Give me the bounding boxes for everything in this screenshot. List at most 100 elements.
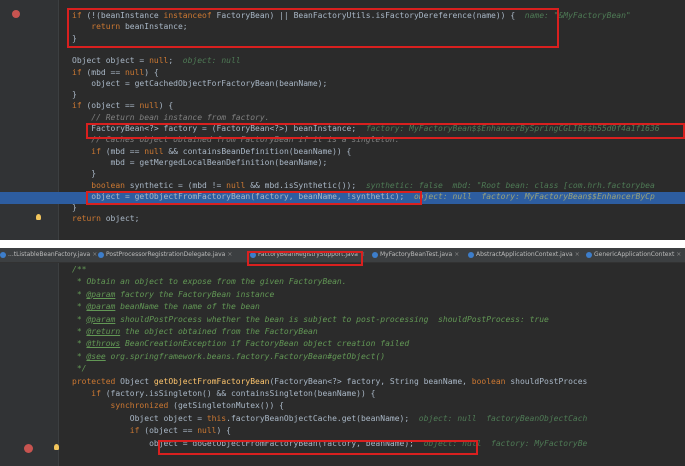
code-token: mbd = getMergedLocalBeanDefinition(beanN…	[72, 157, 328, 167]
code-token: synthetic: false mbd: "Root bean: class …	[365, 180, 655, 190]
code-token: (object ==	[144, 426, 198, 436]
code-token: null	[226, 180, 251, 190]
code-line[interactable]: }	[72, 202, 77, 214]
code-token: }	[72, 203, 77, 213]
close-icon[interactable]: ×	[575, 251, 580, 258]
code-token: if	[72, 389, 106, 398]
code-token: object: null	[182, 56, 241, 66]
code-token: return	[72, 214, 106, 224]
code-line[interactable]: if (object == null) {	[72, 100, 173, 112]
code-token: the object obtained from the FactoryBean	[120, 327, 318, 336]
code-token: (FactoryBean<?> factory, String beanName…	[269, 376, 472, 386]
code-line[interactable]: Object object = null; object: null	[72, 55, 241, 67]
code-line[interactable]: object = getCachedObjectForFactoryBean(b…	[72, 78, 327, 90]
code-token: (mbd ==	[105, 146, 145, 156]
code-token: @param	[86, 314, 116, 324]
close-icon[interactable]: ×	[454, 251, 459, 258]
code-line[interactable]: if (object == null) {	[72, 425, 231, 437]
code-line[interactable]: // Return bean instance from factory.	[72, 112, 269, 124]
code-token: }	[72, 90, 77, 100]
code-token: factory the FactoryBean instance	[115, 289, 275, 299]
code-token: null	[139, 101, 159, 111]
editor-pane-top[interactable]: if (!(beanInstance instanceof FactoryBea…	[0, 0, 685, 240]
code-token: protected	[72, 376, 121, 386]
editor-tab[interactable]: PostProcessorRegistrationDelegate.java ×	[98, 250, 232, 260]
lightbulb-icon[interactable]	[54, 444, 59, 450]
code-token: @throws	[86, 339, 121, 349]
code-token: boolean	[471, 376, 511, 386]
editor-pane-bottom[interactable]: ...tListableBeanFactory.java × PostProcess…	[0, 248, 685, 466]
code-token: .factoryBeanObjectCache.get(beanName);	[226, 413, 419, 423]
code-line[interactable]: if (mbd == null && containsBeanDefinitio…	[72, 146, 351, 158]
code-token: Object object =	[72, 413, 207, 423]
line-gutter[interactable]	[0, 0, 59, 240]
code-token: *	[72, 351, 87, 361]
code-token: boolean	[72, 180, 130, 190]
code-line[interactable]: boolean synthetic = (mbd != null && mbd.…	[72, 180, 655, 192]
code-token: ) {	[216, 426, 231, 436]
code-line[interactable]: synchronized (getSingletonMutex()) {	[72, 400, 284, 412]
code-token: null	[197, 426, 217, 436]
code-token: synchronized	[72, 401, 174, 411]
close-icon[interactable]: ×	[227, 251, 232, 258]
lightbulb-icon[interactable]	[36, 214, 41, 220]
highlight-box-do-get-object	[158, 440, 478, 455]
code-line[interactable]: * @param factory the FactoryBean instanc…	[72, 289, 275, 301]
code-token: (object ==	[86, 101, 140, 111]
editor-tab-label: PostProcessorRegistrationDelegate.java	[106, 251, 226, 258]
code-line[interactable]: * @param beanName the name of the bean	[72, 301, 260, 313]
code-line[interactable]: protected Object getObjectFromFactoryBea…	[72, 376, 587, 388]
highlight-box-get-object	[86, 191, 422, 205]
breakpoint-icon[interactable]	[12, 10, 20, 18]
code-token: null	[144, 146, 169, 156]
editor-tab-label: MyFactoryBeanTest.java	[380, 251, 453, 258]
code-line[interactable]: if (factory.isSingleton() && containsSin…	[72, 388, 375, 400]
code-token: */	[72, 364, 87, 374]
class-file-icon	[98, 251, 104, 258]
editor-tab-label: ...tListableBeanFactory.java	[8, 251, 91, 258]
code-token: object;	[105, 214, 140, 224]
editor-tab-label: GenericApplicationContext	[594, 251, 675, 258]
code-line[interactable]: Object object = this.factoryBeanObjectCa…	[72, 413, 588, 425]
breakpoint-icon[interactable]	[24, 444, 33, 453]
code-token: ) {	[144, 67, 159, 77]
editor-tab[interactable]: AbstractApplicationContext.java ×	[468, 250, 580, 260]
editor-tab[interactable]: MyFactoryBeanTest.java ×	[372, 250, 459, 260]
code-token: && mbd.isSynthetic());	[250, 180, 366, 190]
code-token: @see	[86, 351, 106, 361]
separator	[0, 240, 685, 248]
code-line[interactable]: mbd = getMergedLocalBeanDefinition(beanN…	[72, 157, 328, 169]
code-line[interactable]: }	[72, 168, 96, 180]
code-line[interactable]: /**	[72, 264, 86, 276]
code-line[interactable]: * @throws BeanCreationException if Facto…	[72, 338, 409, 350]
close-icon[interactable]: ×	[676, 251, 681, 258]
highlight-box-active-tab	[247, 251, 363, 266]
code-token: @param	[86, 302, 116, 312]
class-file-icon	[586, 251, 592, 258]
code-line[interactable]: * @return the object obtained from the F…	[72, 326, 318, 338]
editor-tab[interactable]: ...tListableBeanFactory.java ×	[0, 250, 97, 260]
code-line[interactable]: if (mbd == null) {	[72, 67, 159, 79]
code-line[interactable]: * Obtain an object to expose from the gi…	[72, 276, 347, 288]
close-icon[interactable]: ×	[92, 251, 97, 258]
code-token: *	[72, 302, 87, 312]
code-token: BeanCreationException if FactoryBean obj…	[120, 339, 410, 349]
line-gutter[interactable]	[0, 262, 59, 466]
code-token: Object object =	[72, 56, 150, 66]
code-token: ) {	[158, 101, 174, 111]
code-token: *	[72, 314, 87, 324]
code-token: object = getCachedObjectForFactoryBean(b…	[72, 78, 328, 88]
code-token: shouldPostProces	[510, 376, 588, 386]
code-line[interactable]: return object;	[72, 213, 139, 225]
code-token: @return	[86, 327, 121, 336]
code-token: getObjectFromFactoryBean	[153, 376, 270, 386]
code-token: }	[72, 169, 97, 179]
editor-tab[interactable]: GenericApplicationContext ×	[586, 250, 681, 260]
code-token: && containsBeanDefinition(beanName)) {	[168, 146, 352, 156]
code-line[interactable]: * @param shouldPostProcess whether the b…	[72, 314, 549, 326]
code-line[interactable]: * @see org.springframework.beans.factory…	[72, 351, 385, 363]
code-token: (factory.isSingleton() && containsSingle…	[105, 389, 376, 398]
code-line[interactable]: }	[72, 89, 77, 101]
code-line[interactable]: */	[72, 363, 87, 375]
code-token: (getSingletonMutex()) {	[173, 401, 284, 411]
